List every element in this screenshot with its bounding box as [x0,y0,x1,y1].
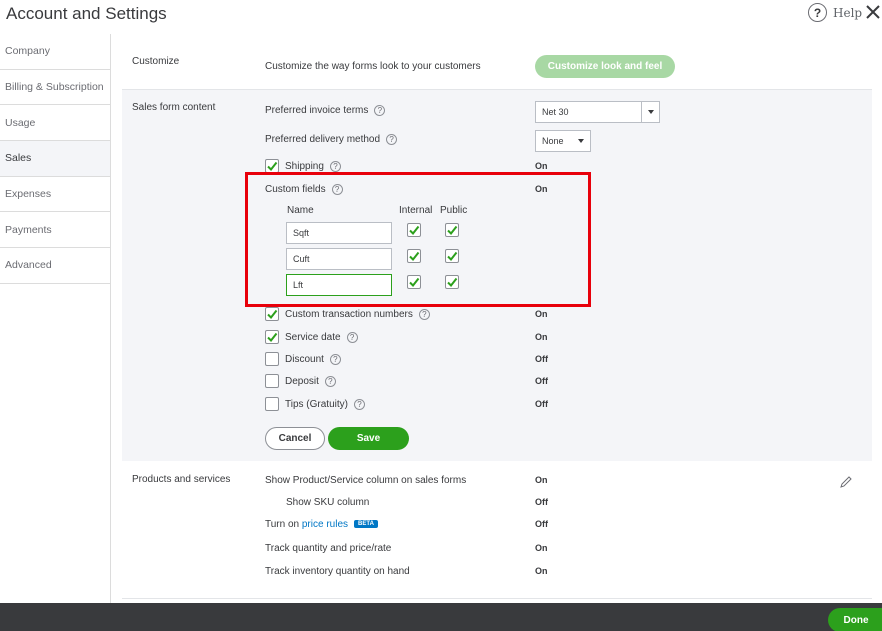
question-icon[interactable]: ? [374,105,386,116]
shipping-checkbox[interactable] [265,159,279,173]
sidebar-item-expenses[interactable]: Expenses [0,177,110,213]
sidebar-item-advanced[interactable]: Advanced [0,248,110,284]
save-button[interactable]: Save [328,427,409,450]
tips-row: Tips (Gratuity)? [285,399,365,410]
option-status: Off [535,399,548,409]
option-label: Tips (Gratuity) [285,399,348,411]
product-row-label: Track inventory quantity on hand [265,566,410,577]
option-label: Deposit [285,376,319,388]
option-status: On [535,332,548,342]
product-row-label: Track quantity and price/rate [265,543,392,554]
checkbox-check-icon [267,161,278,172]
delivery-row: Preferred delivery method? [265,134,398,146]
cancel-button[interactable]: Cancel [265,427,325,450]
dropdown-arrow-icon[interactable] [641,102,659,122]
shipping-label: Shipping [285,161,324,173]
invoice-terms-label: Preferred invoice terms [265,105,369,117]
discount-row: Discount? [285,354,341,365]
highlight-box [245,172,591,307]
customize-look-button[interactable]: Customize look and feel [535,55,675,78]
product-row-label: Show SKU column [286,497,370,508]
sidebar-item-sales[interactable]: Sales [0,141,110,177]
invoice-terms-select[interactable]: Net 30 [535,101,660,123]
custom-transaction-numbers-row: Custom transaction numbers? [285,309,430,320]
option-status: Off [535,376,548,386]
sidebar-item-company[interactable]: Company [0,34,110,70]
price-rules-row: Turn on price rules BETA [265,519,378,530]
question-icon[interactable]: ? [329,354,341,365]
close-icon[interactable] [864,0,882,24]
product-row-label: Show Product/Service column on sales for… [265,475,467,486]
custom-transaction-numbers-checkbox[interactable] [265,307,279,321]
dropdown-arrow-icon[interactable] [572,131,590,151]
divider [122,598,872,599]
tips-checkbox[interactable] [265,397,279,411]
service-date-row: Service date? [285,332,358,343]
option-status: Off [535,354,548,364]
product-row-status: Off [535,519,548,529]
checkbox-check-icon [267,309,278,320]
shipping-status: On [535,161,548,171]
question-icon[interactable]: ? [329,161,341,172]
done-button[interactable]: Done [828,608,882,631]
service-date-checkbox[interactable] [265,330,279,344]
checkbox-check-icon [267,332,278,343]
customize-description: Customize the way forms look to your cus… [265,61,481,72]
sidebar-item-usage[interactable]: Usage [0,105,110,142]
beta-badge: BETA [354,520,378,529]
page-title: Account and Settings [6,4,167,23]
option-status: On [535,309,548,319]
question-icon[interactable]: ? [346,332,358,343]
option-label: Discount [285,354,324,366]
invoice-terms-value: Net 30 [542,107,569,117]
question-icon[interactable]: ? [324,376,336,387]
question-icon[interactable]: ? [353,399,365,410]
sidebar: Company Billing & Subscription Usage Sal… [0,34,111,604]
product-row-label: Turn on [265,519,300,530]
help-button[interactable]: ? Help [808,3,862,22]
delivery-label: Preferred delivery method [265,134,381,146]
pencil-icon[interactable] [839,475,853,489]
question-icon[interactable]: ? [418,309,430,320]
sidebar-item-payments[interactable]: Payments [0,212,110,249]
product-row-status: On [535,566,548,576]
question-icon[interactable]: ? [386,134,398,145]
products-section-title: Products and services [132,474,231,485]
option-label: Custom transaction numbers [285,309,413,321]
delivery-select[interactable]: None [535,130,591,152]
price-rules-link[interactable]: price rules [302,519,348,530]
deposit-checkbox[interactable] [265,374,279,388]
option-label: Service date [285,332,341,344]
product-row-status: Off [535,497,548,507]
footer-bar [0,603,882,631]
help-icon: ? [808,3,827,22]
discount-checkbox[interactable] [265,352,279,366]
deposit-row: Deposit? [285,376,336,387]
customize-section-title: Customize [132,56,180,67]
invoice-terms-row: Preferred invoice terms? [265,105,386,117]
sales-form-section-title: Sales form content [132,102,216,113]
shipping-row: Shipping? [285,161,341,172]
product-row-status: On [535,543,548,553]
product-row-status: On [535,475,548,485]
delivery-value: None [542,136,564,146]
help-label: Help [833,5,863,20]
sidebar-item-billing[interactable]: Billing & Subscription [0,70,110,106]
